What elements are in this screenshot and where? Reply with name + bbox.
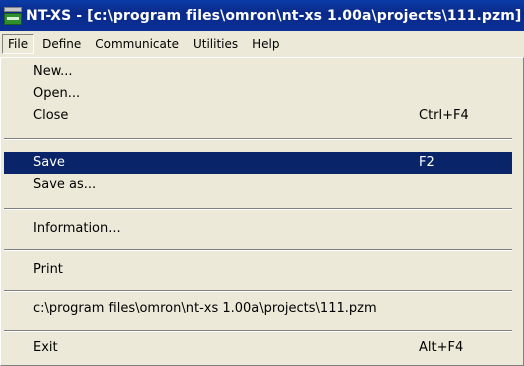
- menu-item-label: Open...: [33, 86, 81, 101]
- menu-utilities[interactable]: Utilities: [187, 34, 244, 54]
- menu-item-shortcut: Ctrl+F4: [419, 108, 469, 123]
- menu-item-save[interactable]: Save F2: [4, 152, 512, 174]
- menu-bar: File Define Communicate Utilities Help: [0, 31, 524, 58]
- file-dropdown-menu: New... Open... Close Ctrl+F4 Save F2 Sav…: [0, 57, 524, 366]
- menu-item-shortcut: Alt+F4: [419, 340, 464, 355]
- menu-separator: [4, 138, 512, 140]
- menu-item-label: Print: [33, 262, 63, 277]
- menu-item-label: Save as...: [33, 177, 97, 192]
- menu-item-label: New...: [33, 64, 73, 79]
- app-icon[interactable]: [3, 6, 23, 26]
- menu-item-exit[interactable]: Exit Alt+F4: [4, 337, 512, 359]
- menu-item-recent-file[interactable]: c:\program files\omron\nt-xs 1.00a\proje…: [4, 298, 512, 320]
- menu-item-label: Exit: [33, 340, 58, 355]
- menu-item-information[interactable]: Information...: [4, 218, 512, 240]
- menu-item-label: Close: [33, 108, 69, 123]
- menu-item-print[interactable]: Print: [4, 259, 512, 281]
- menu-help[interactable]: Help: [246, 34, 285, 54]
- menu-separator: [4, 330, 512, 332]
- menu-file[interactable]: File: [2, 34, 35, 54]
- menu-item-label: Information...: [33, 221, 121, 236]
- window-title: NT-XS - [c:\program files\omron\nt-xs 1.…: [26, 7, 522, 24]
- menu-separator: [4, 249, 512, 251]
- menu-item-save-as[interactable]: Save as...: [4, 174, 512, 196]
- menu-item-new[interactable]: New...: [4, 61, 512, 83]
- menu-item-shortcut: F2: [419, 155, 435, 170]
- menu-item-label: Save: [33, 155, 65, 170]
- menu-item-open[interactable]: Open...: [4, 83, 512, 105]
- menu-item-close[interactable]: Close Ctrl+F4: [4, 105, 512, 127]
- title-bar: NT-XS - [c:\program files\omron\nt-xs 1.…: [0, 0, 524, 31]
- menu-communicate[interactable]: Communicate: [89, 34, 185, 54]
- menu-separator: [4, 290, 512, 292]
- menu-separator: [4, 208, 512, 210]
- menu-item-label: c:\program files\omron\nt-xs 1.00a\proje…: [33, 301, 377, 316]
- menu-define[interactable]: Define: [36, 34, 87, 54]
